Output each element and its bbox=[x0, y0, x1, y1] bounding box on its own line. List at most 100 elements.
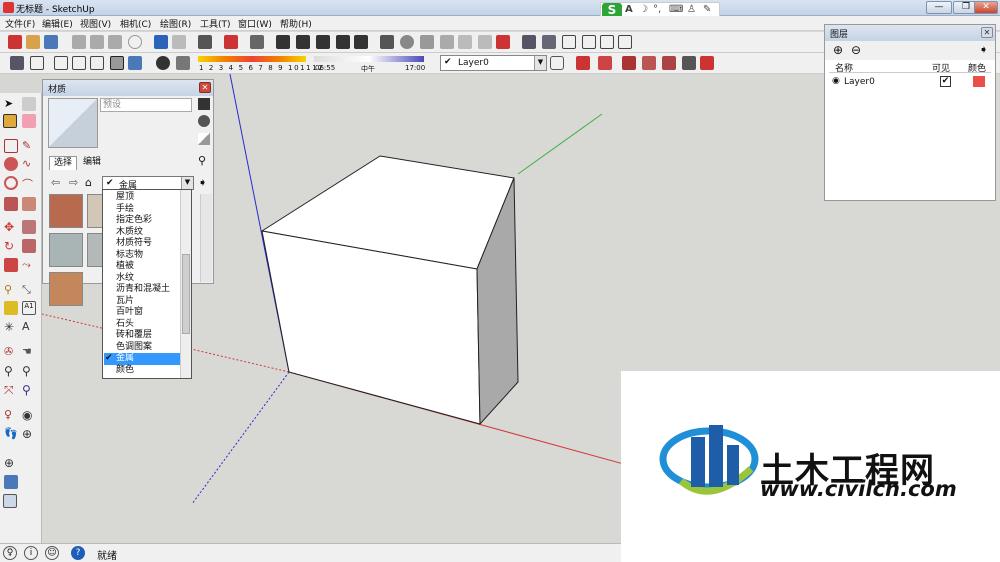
copy-icon[interactable] bbox=[90, 35, 104, 49]
dropdown-option[interactable]: 植被 bbox=[104, 261, 181, 273]
geo-location-icon[interactable]: ♀ bbox=[3, 546, 17, 560]
dropdown-option[interactable]: 色调图案 bbox=[104, 342, 181, 354]
minimize-button[interactable]: — bbox=[926, 1, 952, 14]
dropdown-option[interactable]: 屋顶 bbox=[104, 192, 181, 204]
tab-select[interactable]: 选择 bbox=[49, 156, 78, 170]
dropdown-option[interactable]: 木质纹 bbox=[104, 227, 181, 239]
views-top-icon[interactable] bbox=[542, 35, 556, 49]
ime-mode-indicator[interactable]: A bbox=[625, 4, 633, 15]
sandbox-4-icon[interactable] bbox=[642, 56, 656, 70]
dropdown-option[interactable]: 砖和覆层 bbox=[104, 330, 181, 342]
walk-icon[interactable] bbox=[380, 35, 394, 49]
zoom-window-icon[interactable]: ⚲ bbox=[22, 364, 36, 378]
orbit-icon[interactable]: ✇ bbox=[4, 345, 18, 359]
sandbox-6-icon[interactable] bbox=[682, 56, 696, 70]
help-icon[interactable]: ? bbox=[71, 546, 85, 560]
views-back-icon[interactable] bbox=[600, 35, 614, 49]
camera-2-icon[interactable] bbox=[276, 35, 290, 49]
dropdown-option[interactable]: 瓦片 bbox=[104, 296, 181, 308]
keyboard-icon[interactable]: ⌨ bbox=[669, 4, 683, 15]
monochrome-icon[interactable] bbox=[128, 56, 142, 70]
remove-layer-icon[interactable]: ⊖ bbox=[851, 43, 861, 57]
push-pull-icon[interactable] bbox=[4, 197, 18, 211]
section-5-icon[interactable] bbox=[496, 35, 510, 49]
new-icon[interactable] bbox=[8, 35, 22, 49]
dropdown-option[interactable]: 水纹 bbox=[104, 273, 181, 285]
home-icon[interactable]: ⌂ bbox=[85, 176, 92, 189]
section-icon[interactable] bbox=[420, 35, 434, 49]
save-icon[interactable] bbox=[44, 35, 58, 49]
camera-6-icon[interactable] bbox=[354, 35, 368, 49]
select-icon[interactable]: ➤ bbox=[4, 97, 18, 111]
material-scrollbar[interactable] bbox=[200, 194, 212, 282]
camera-3-icon[interactable] bbox=[296, 35, 310, 49]
chevron-down-icon[interactable]: ▼ bbox=[181, 177, 193, 189]
paint-bucket-icon[interactable] bbox=[3, 114, 17, 128]
section-plane-icon[interactable]: ⊕ bbox=[22, 427, 36, 441]
eyedropper-icon[interactable]: ⚲ bbox=[198, 154, 206, 167]
text-icon[interactable]: A1 bbox=[22, 301, 36, 315]
menu-draw[interactable]: 绘图(R) bbox=[160, 17, 191, 30]
shadows-icon[interactable] bbox=[156, 56, 170, 70]
texture-swatch[interactable] bbox=[49, 194, 83, 228]
arc-icon[interactable]: ⌒ bbox=[22, 176, 36, 191]
column-color[interactable]: 颜色 bbox=[968, 61, 986, 74]
zoom-extents-icon[interactable]: ⤧ bbox=[4, 383, 18, 397]
credits-icon[interactable]: i bbox=[24, 546, 38, 560]
sandbox-5-icon[interactable] bbox=[662, 56, 676, 70]
look-around-icon[interactable]: ◉ bbox=[22, 408, 36, 422]
chevron-down-icon[interactable]: ▼ bbox=[534, 56, 546, 70]
dropdown-option-selected[interactable]: 金属 bbox=[104, 353, 181, 365]
menu-view[interactable]: 视图(V) bbox=[80, 17, 111, 30]
dropdown-option[interactable]: 颜色 bbox=[104, 365, 181, 377]
previous-view-icon[interactable]: ⚲ bbox=[22, 383, 36, 397]
collection-combobox[interactable]: ✔ 金属 ▼ bbox=[102, 176, 194, 191]
redo-icon[interactable] bbox=[172, 35, 186, 49]
fog-icon[interactable] bbox=[176, 56, 190, 70]
cut-icon[interactable] bbox=[72, 35, 86, 49]
menu-file[interactable]: 文件(F) bbox=[5, 17, 35, 30]
tab-edit[interactable]: 编辑 bbox=[79, 156, 105, 170]
views-iso-icon[interactable] bbox=[522, 35, 536, 49]
rectangle-icon[interactable] bbox=[4, 139, 18, 153]
details-arrow-icon[interactable]: ➧ bbox=[979, 43, 988, 56]
close-icon[interactable]: ✕ bbox=[981, 27, 993, 38]
menu-camera[interactable]: 相机(C) bbox=[120, 17, 151, 30]
sandbox-7-icon[interactable] bbox=[700, 56, 714, 70]
create-material-icon[interactable] bbox=[198, 98, 210, 110]
polygon-icon[interactable] bbox=[4, 176, 18, 190]
layer-color-swatch[interactable] bbox=[973, 76, 985, 87]
shaded-textures-icon[interactable] bbox=[110, 56, 124, 70]
wireframe-icon[interactable] bbox=[54, 56, 68, 70]
forward-icon[interactable]: ⇨ bbox=[69, 176, 78, 189]
tape-measure-icon[interactable]: ⚲ bbox=[4, 283, 18, 297]
make-component-icon[interactable] bbox=[22, 97, 36, 111]
views-right-icon[interactable] bbox=[582, 35, 596, 49]
layer-visible-checkbox[interactable]: ✔ bbox=[940, 76, 951, 87]
camera-icon[interactable] bbox=[250, 35, 264, 49]
freehand-icon[interactable]: ∿ bbox=[22, 157, 36, 171]
dropdown-option[interactable]: 指定色彩 bbox=[104, 215, 181, 227]
paint-with-default-icon[interactable] bbox=[198, 115, 210, 127]
texture-swatch[interactable] bbox=[49, 272, 83, 306]
line-icon[interactable]: ✎ bbox=[22, 139, 36, 153]
dropdown-option[interactable]: 沥青和混凝土 bbox=[104, 284, 181, 296]
moon-icon[interactable]: ☽ bbox=[639, 4, 648, 15]
layer-manager-icon[interactable] bbox=[550, 56, 564, 70]
follow-me-icon[interactable] bbox=[22, 197, 36, 211]
back-icon[interactable]: ⇦ bbox=[51, 176, 60, 189]
layer-select[interactable]: ✔ Layer0 ▼ bbox=[440, 55, 547, 71]
scale-icon[interactable] bbox=[4, 258, 18, 272]
sandbox-2-icon[interactable] bbox=[598, 56, 612, 70]
undo-icon[interactable] bbox=[154, 35, 168, 49]
close-button[interactable]: ✕ bbox=[974, 1, 998, 14]
dropdown-option[interactable]: 百叶窗 bbox=[104, 307, 181, 319]
views-left-icon[interactable] bbox=[618, 35, 632, 49]
time-slider[interactable] bbox=[314, 56, 424, 62]
dropdown-option[interactable]: 标志物 bbox=[104, 250, 181, 262]
section-2-icon[interactable] bbox=[440, 35, 454, 49]
move-icon[interactable]: ✥ bbox=[4, 220, 18, 234]
add-location-icon[interactable]: ⊕ bbox=[4, 456, 18, 470]
3d-text-icon[interactable]: A bbox=[22, 320, 36, 334]
month-slider[interactable] bbox=[198, 56, 306, 62]
